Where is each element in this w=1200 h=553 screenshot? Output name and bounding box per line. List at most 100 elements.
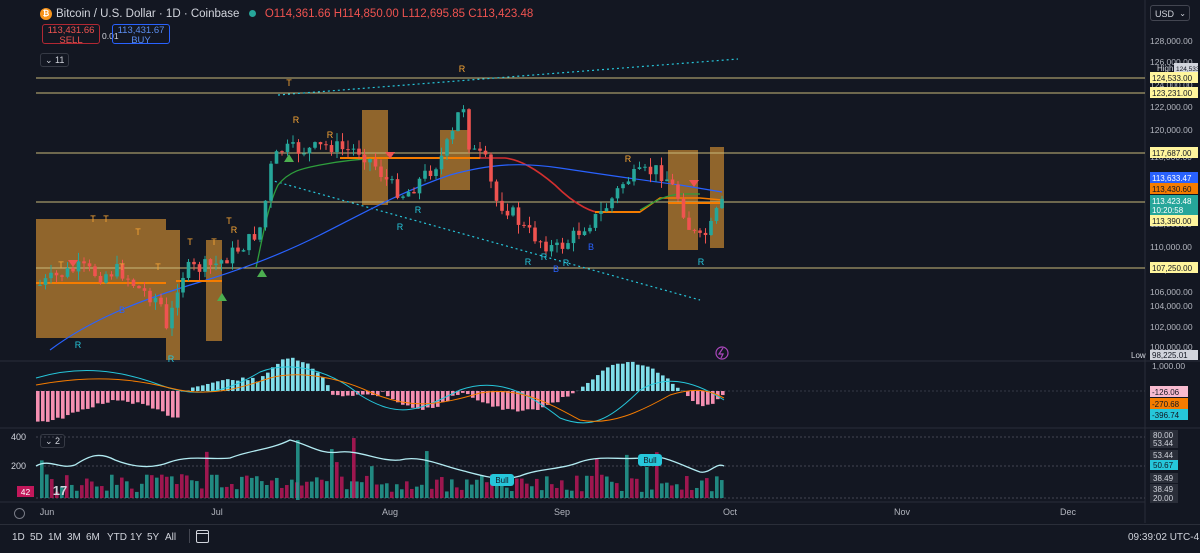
volume-bar — [130, 489, 134, 498]
timeframe-1d[interactable]: 1D — [12, 532, 25, 543]
low-label: Low — [1131, 351, 1146, 360]
volume-bar — [545, 476, 549, 498]
signal-letter: B — [553, 264, 559, 274]
indicators-toggle[interactable]: ⌄ 11 — [40, 53, 69, 67]
macd-bar — [96, 391, 100, 403]
candle-body — [71, 268, 75, 271]
price-chart-svg[interactable]: TTTTTTTTTTRRRRRRRRRRBBBRRR BullBull40020… — [0, 0, 1200, 550]
candle-body — [627, 181, 631, 184]
volume-bar — [370, 466, 374, 498]
candle-body — [330, 145, 334, 152]
volume-bar — [225, 487, 229, 498]
volume-bar — [85, 479, 89, 498]
timeframe-1m[interactable]: 1M — [48, 532, 62, 543]
timeframe-ytd[interactable]: YTD — [107, 532, 127, 543]
currency-select[interactable]: USD ⌄ — [1150, 5, 1190, 21]
timeframe-1y[interactable]: 1Y — [130, 532, 142, 543]
volume-bar — [590, 476, 594, 498]
candle-body — [170, 308, 174, 329]
macd-bar — [241, 378, 245, 391]
candle-body — [286, 144, 290, 152]
macd-bar — [76, 391, 80, 412]
macd-bar — [166, 391, 170, 416]
timeframe-all[interactable]: All — [165, 532, 176, 543]
symbol-header[interactable]: Bitcoin / U.S. Dollar · 1D · Coinbase O1… — [56, 8, 533, 20]
macd-bar — [41, 391, 45, 421]
macd-bar — [361, 391, 365, 395]
candle-body — [192, 262, 196, 264]
macd-bar — [106, 391, 110, 403]
rsi-scale-value: 38.49 — [1153, 485, 1174, 494]
price-level-value: 10:20:58 — [1152, 206, 1184, 215]
macd-bar — [51, 391, 55, 420]
buy-button[interactable]: 113,431.67 BUY — [112, 24, 170, 44]
macd-bar — [391, 391, 395, 399]
candle-body — [599, 211, 603, 214]
chart-area[interactable]: TTTTTTTTTTRRRRRRRRRRBBBRRR BullBull40020… — [0, 0, 1200, 550]
panel-indicators-toggle[interactable]: ⌄ 2 — [40, 434, 65, 448]
macd-bar — [301, 362, 305, 391]
market-open-dot-icon — [249, 10, 256, 17]
symbol-title[interactable]: Bitcoin / U.S. Dollar · 1D · Coinbase — [56, 8, 239, 20]
volume-bar — [240, 477, 244, 498]
macd-bar — [326, 385, 330, 391]
ohlc-low: L112,695.85 — [402, 8, 465, 20]
currency-value: USD — [1155, 9, 1174, 19]
macd-bar — [556, 391, 560, 402]
macd-bar — [126, 391, 130, 402]
sell-button[interactable]: 113,431.66 SELL — [42, 24, 100, 44]
timeframe-5d[interactable]: 5D — [30, 532, 43, 543]
price-tick: 120,000.00 — [1150, 125, 1193, 135]
calendar-icon[interactable] — [196, 530, 209, 543]
price-tick: 102,000.00 — [1150, 322, 1193, 332]
macd-bar — [201, 385, 205, 391]
timeframe-5y[interactable]: 5Y — [147, 532, 159, 543]
volume-bar — [420, 485, 424, 498]
macd-bar — [46, 391, 50, 422]
volume-bar — [70, 485, 74, 498]
timeframe-3m[interactable]: 3M — [67, 532, 81, 543]
volume-bar — [105, 491, 109, 498]
signal-letter: R — [327, 130, 334, 140]
volume-bar — [395, 484, 399, 498]
volume-bar — [405, 481, 409, 498]
time-axis-label: Jul — [211, 507, 223, 517]
candle-body — [363, 155, 367, 163]
signal-letter: R — [525, 257, 532, 267]
candle-body — [159, 298, 163, 305]
ohlc-close: C113,423.48 — [468, 8, 533, 20]
clock-timezone[interactable]: 09:39:02 UTC-4 — [1128, 532, 1199, 543]
volume-bar — [640, 492, 644, 498]
volume-bar — [535, 479, 539, 498]
candle-body — [302, 153, 306, 154]
candle-body — [715, 208, 719, 221]
volume-bar — [550, 484, 554, 498]
candle-body — [693, 230, 697, 231]
signal-letter: T — [135, 227, 141, 237]
timeframe-6m[interactable]: 6M — [86, 532, 100, 543]
settings-gear-icon[interactable] — [14, 508, 25, 519]
candle-body — [583, 231, 587, 235]
volume-bar — [685, 476, 689, 498]
macd-bar — [621, 364, 625, 391]
candle-body — [544, 242, 548, 252]
signal-letter: R — [563, 258, 570, 268]
volume-bar — [160, 475, 164, 498]
macd-bar — [441, 391, 445, 402]
volume-bar — [705, 478, 709, 498]
time-axis-label: Dec — [1060, 507, 1077, 517]
volume-bar — [325, 481, 329, 498]
volume-bar — [210, 475, 214, 498]
candle-body — [489, 154, 493, 181]
signal-letter: R — [415, 205, 422, 215]
macd-bar — [386, 391, 390, 396]
volume-bar — [610, 482, 614, 498]
candle-body — [522, 225, 526, 226]
candle-body — [346, 149, 350, 150]
signal-letter: R — [231, 225, 238, 235]
signal-letter: T — [119, 262, 125, 272]
signal-letter: T — [103, 214, 109, 224]
volume-bar — [285, 485, 289, 498]
signal-letter: B — [119, 305, 125, 315]
candle-body — [451, 131, 455, 139]
